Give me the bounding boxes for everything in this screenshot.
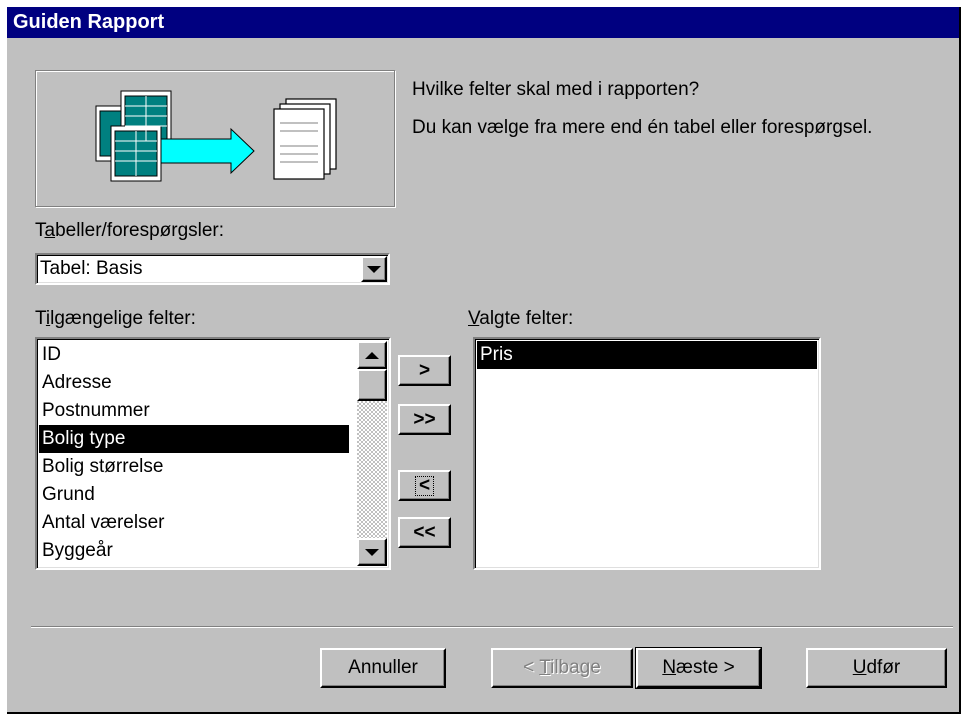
scroll-thumb[interactable] <box>357 369 387 401</box>
list-item[interactable]: Byggeår <box>39 537 349 565</box>
report-wizard-dialog: Guiden Rapport Hvilke felter skal med i … <box>7 7 961 714</box>
list-item-selected[interactable]: Pris <box>477 341 817 369</box>
list-item[interactable]: Grund <box>39 481 349 509</box>
finish-label-post: dfør <box>866 657 901 678</box>
selected-fields-label: Valgte felter: <box>468 308 573 330</box>
selected-fields-listbox[interactable]: Pris <box>473 337 821 570</box>
finish-button[interactable]: Udfør <box>806 648 947 688</box>
combobox-dropdown-button[interactable] <box>361 256 387 282</box>
footer-separator <box>31 626 953 628</box>
intro-hint: Du kan vælge fra mere end én tabel eller… <box>412 117 873 138</box>
list-item[interactable]: Antal værelser <box>39 509 349 537</box>
selected-label-accel: V <box>468 308 480 329</box>
list-item[interactable]: Postnummer <box>39 397 349 425</box>
scroll-down-icon <box>365 548 379 556</box>
available-list: ID Adresse Postnummer Bolig type Bolig s… <box>39 341 349 565</box>
remove-field-label: < <box>414 475 435 496</box>
next-label-post: æste > <box>676 657 735 678</box>
back-button[interactable]: < Tilbage <box>491 648 633 688</box>
list-item-selected[interactable]: Bolig type <box>39 425 349 453</box>
selected-label-post: algte felter: <box>479 308 574 329</box>
back-button-label: < Tilbage <box>523 657 601 679</box>
wizard-illustration <box>35 70 395 207</box>
available-label-post: lgængelige felter: <box>50 308 196 329</box>
next-button[interactable]: Næste > <box>635 647 762 689</box>
selected-list: Pris <box>477 341 817 369</box>
scroll-up-icon <box>365 351 379 359</box>
remove-field-button[interactable]: < <box>398 470 451 501</box>
vertical-scrollbar[interactable] <box>357 341 387 566</box>
scroll-up-button[interactable] <box>357 341 387 369</box>
tables-label: Tabeller/forespørgsler: <box>35 220 224 242</box>
back-label-pre: < <box>523 657 540 678</box>
available-fields-label: Tilgængelige felter: <box>35 308 196 330</box>
available-fields-listbox[interactable]: ID Adresse Postnummer Bolig type Bolig s… <box>35 337 391 570</box>
intro-question: Hvilke felter skal med i rapporten? <box>412 79 700 100</box>
next-label-accel: N <box>662 657 677 678</box>
cancel-button[interactable]: Annuller <box>320 648 446 688</box>
list-item[interactable]: Bolig størrelse <box>39 453 349 481</box>
wizard-illustration-icon <box>95 90 337 182</box>
back-label-post: ilbage <box>550 657 601 678</box>
next-button-label: Næste > <box>662 657 734 679</box>
tables-label-post: beller/forespørgsler: <box>55 220 225 241</box>
add-all-fields-button[interactable]: >> <box>398 404 451 435</box>
tables-label-pre: T <box>35 220 45 241</box>
scroll-down-button[interactable] <box>357 538 387 566</box>
finish-button-label: Udfør <box>853 657 901 679</box>
tables-label-accel: a <box>44 220 56 241</box>
remove-all-fields-button[interactable]: << <box>398 517 451 548</box>
available-label-pre: T <box>35 308 46 329</box>
title-bar: Guiden Rapport <box>7 7 959 38</box>
add-field-button[interactable]: > <box>398 355 451 386</box>
finish-label-accel: U <box>852 657 867 678</box>
dropdown-arrow-icon <box>367 265 381 273</box>
tables-combobox-value: Tabel: Basis <box>40 258 143 279</box>
tables-combobox[interactable]: Tabel: Basis <box>35 253 390 285</box>
back-label-accel: T <box>539 657 551 678</box>
list-item[interactable]: Adresse <box>39 369 349 397</box>
list-item[interactable]: ID <box>39 341 349 369</box>
